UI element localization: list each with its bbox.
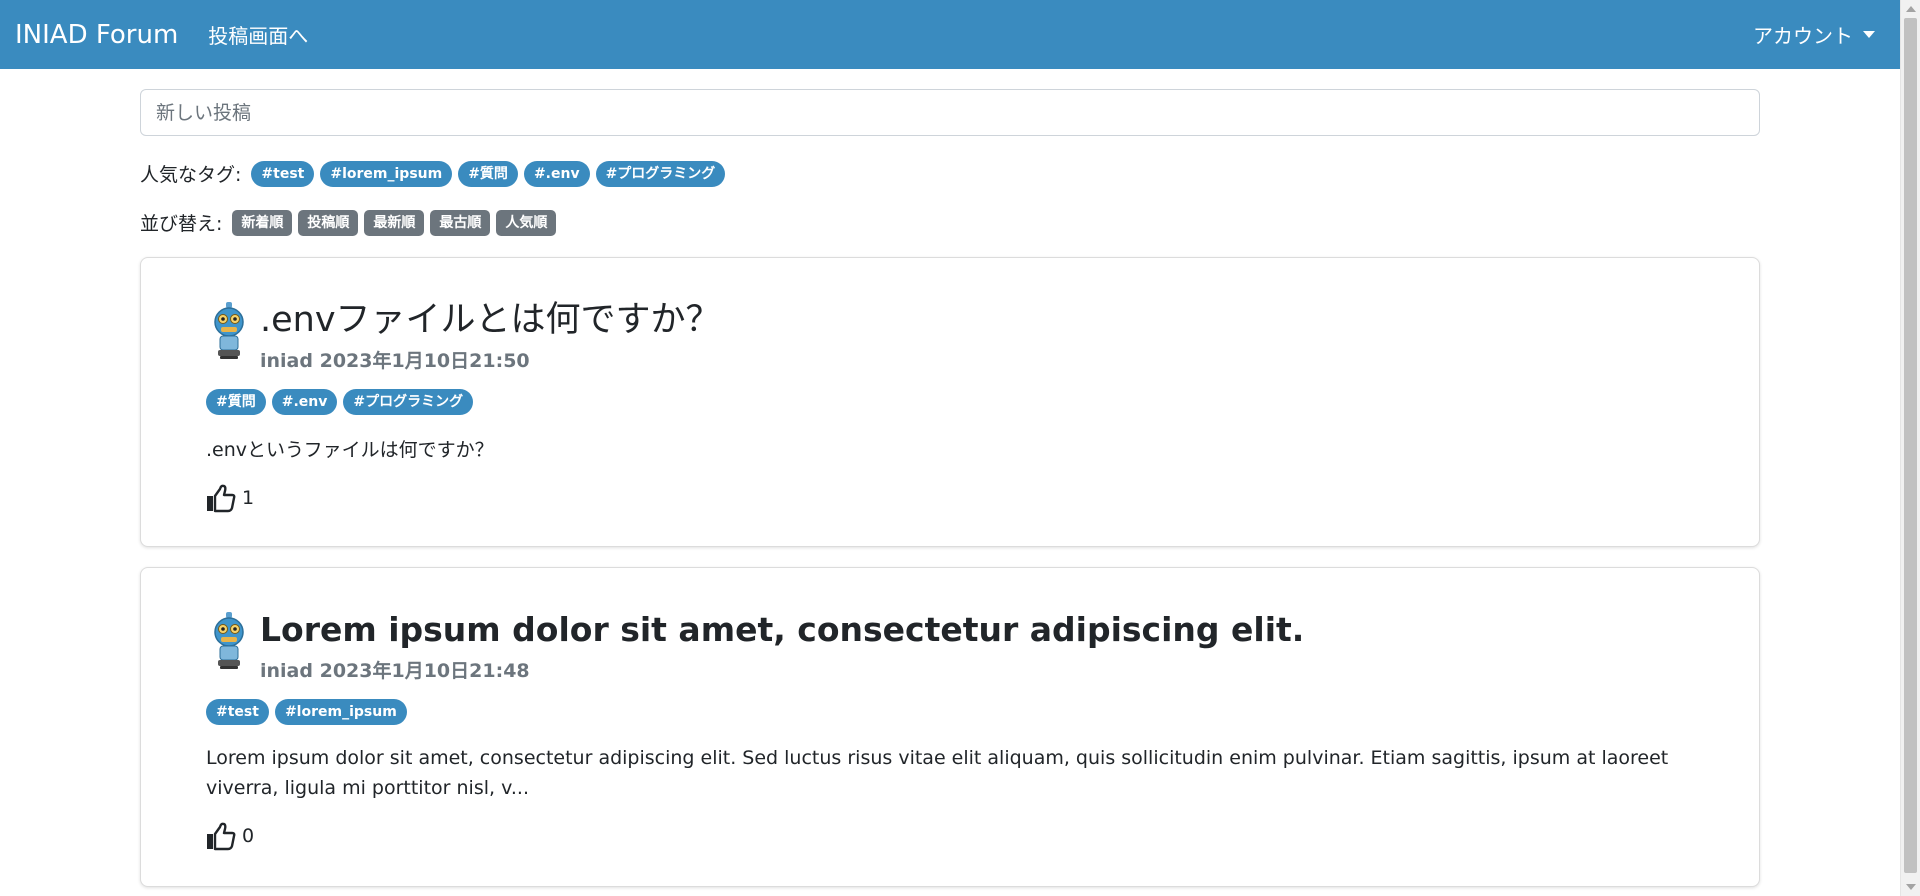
scroll-up-arrow-icon[interactable] <box>1906 6 1916 12</box>
post-date: 2023年1月10日21:48 <box>319 660 530 682</box>
post-tag[interactable]: #プログラミング <box>343 389 474 415</box>
account-label: アカウント <box>1753 24 1853 48</box>
sort-button-newest-arrival[interactable]: 新着順 <box>232 209 293 236</box>
post-author: iniad <box>260 660 313 682</box>
post-title[interactable]: .envファイルとは何ですか？ <box>260 298 721 342</box>
like-count: 0 <box>242 825 255 847</box>
popular-tag[interactable]: #.env <box>523 160 590 187</box>
post-tag[interactable]: #質問 <box>206 389 266 415</box>
post-tag[interactable]: #.env <box>271 389 338 415</box>
popular-tag[interactable]: #lorem_ipsum <box>320 160 453 187</box>
post-meta: iniad 2023年1月10日21:50 <box>260 346 721 373</box>
thumbs-up-icon[interactable] <box>206 483 236 513</box>
post-card[interactable]: .envファイルとは何ですか？ iniad 2023年1月10日21:50 #質… <box>140 257 1760 547</box>
post-tag[interactable]: #lorem_ipsum <box>274 699 407 725</box>
scroll-thumb[interactable] <box>1904 18 1917 873</box>
sort-button-latest[interactable]: 最新順 <box>364 209 425 236</box>
post-author: iniad <box>260 350 313 372</box>
robot-avatar-icon <box>214 612 244 669</box>
post-tags: #質問 #.env #プログラミング <box>206 389 1699 415</box>
like-control: 0 <box>206 821 1699 851</box>
top-navbar: INIAD Forum 投稿画面へ アカウント <box>0 0 1900 69</box>
account-dropdown[interactable]: アカウント <box>1753 20 1885 49</box>
new-post-input[interactable] <box>140 89 1760 136</box>
sort-button-oldest[interactable]: 最古順 <box>430 209 491 236</box>
sort-label: 並び替え: <box>140 213 223 235</box>
main-content: 人気なタグ: #test #lorem_ipsum #質問 #.env #プログ… <box>140 89 1760 236</box>
scroll-down-arrow-icon[interactable] <box>1906 884 1916 890</box>
sort-button-popular[interactable]: 人気順 <box>496 209 557 236</box>
caret-down-icon <box>1863 31 1875 38</box>
robot-avatar-icon <box>214 302 244 359</box>
popular-tag[interactable]: #test <box>251 160 315 187</box>
post-page-link[interactable]: 投稿画面へ <box>208 20 308 49</box>
brand-link[interactable]: INIAD Forum <box>15 20 178 50</box>
sort-row: 並び替え: 新着順 投稿順 最新順 最古順 人気順 <box>140 209 1760 236</box>
post-card[interactable]: Lorem ipsum dolor sit amet, consectetur … <box>140 567 1760 887</box>
thumbs-up-icon[interactable] <box>206 821 236 851</box>
like-count: 1 <box>242 487 255 509</box>
post-title[interactable]: Lorem ipsum dolor sit amet, consectetur … <box>260 608 1304 652</box>
post-tags: #test #lorem_ipsum <box>206 699 1699 725</box>
post-tag[interactable]: #test <box>206 699 269 725</box>
popular-tags-row: 人気なタグ: #test #lorem_ipsum #質問 #.env #プログ… <box>140 160 1760 187</box>
popular-tag[interactable]: #質問 <box>458 160 518 187</box>
like-control: 1 <box>206 483 1699 513</box>
post-body: Lorem ipsum dolor sit amet, consectetur … <box>206 747 1669 799</box>
post-meta: iniad 2023年1月10日21:48 <box>260 656 1304 683</box>
popular-tag[interactable]: #プログラミング <box>595 160 726 187</box>
sort-button-post-order[interactable]: 投稿順 <box>298 209 359 236</box>
post-date: 2023年1月10日21:50 <box>319 350 530 372</box>
post-body: .envというファイルは何ですか？ <box>206 439 494 461</box>
popular-tags-label: 人気なタグ: <box>140 164 242 186</box>
vertical-scrollbar[interactable] <box>1900 0 1920 896</box>
